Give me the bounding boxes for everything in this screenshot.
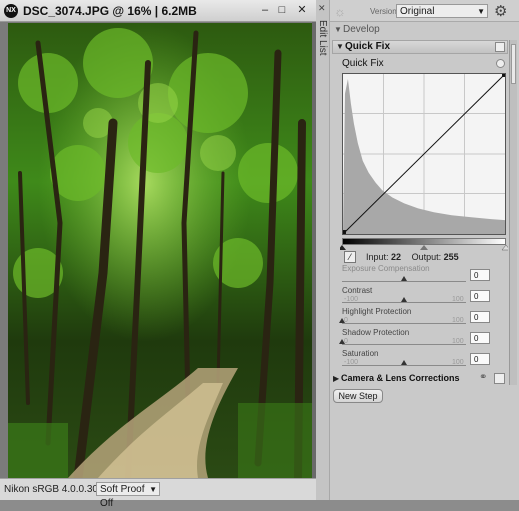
chevron-down-icon: ▼ bbox=[477, 7, 485, 16]
panel-scrollbar[interactable] bbox=[509, 40, 517, 385]
quick-fix-sub-label: Quick Fix bbox=[342, 58, 384, 69]
slider-track[interactable] bbox=[342, 323, 466, 324]
slider-thumb[interactable] bbox=[401, 360, 407, 365]
maximize-button[interactable]: □ bbox=[276, 4, 288, 16]
image-window-titlebar[interactable]: NX DSC_3074.JPG @ 16% | 6.2MB – □ ✕ bbox=[0, 0, 316, 22]
close-icon[interactable]: ✕ bbox=[318, 3, 326, 14]
sun-icon: ☼ bbox=[334, 4, 346, 19]
edit-list-tab[interactable]: ✕ Edit List bbox=[316, 0, 330, 500]
slider-label: Highlight Protection bbox=[342, 307, 412, 316]
triangle-right-icon: ▶ bbox=[333, 374, 340, 383]
input-output-readout: Input: 22 Output: 255 bbox=[366, 252, 467, 262]
version-label: Version bbox=[370, 7, 397, 16]
close-button[interactable]: ✕ bbox=[296, 4, 308, 16]
version-bar: ☼ Version Original ▼ ⚙ bbox=[330, 0, 519, 22]
window-title: DSC_3074.JPG @ 16% | 6.2MB bbox=[23, 4, 197, 18]
edit-list-tab-label: Edit List bbox=[317, 20, 328, 56]
minimize-button[interactable]: – bbox=[259, 4, 271, 16]
slider-max-label: 100 bbox=[452, 296, 464, 303]
color-profile-label: Nikon sRGB 4.0.0.3002 bbox=[4, 484, 110, 495]
slider-value-box[interactable]: 0 bbox=[470, 269, 490, 281]
soft-proof-dropdown[interactable]: Soft Proof Off ▼ bbox=[96, 482, 160, 509]
chevron-down-icon: ▼ bbox=[149, 485, 157, 494]
slider-min-label: 0 bbox=[344, 338, 348, 345]
input-label: Input: bbox=[366, 252, 389, 262]
input-value: 22 bbox=[391, 252, 402, 262]
slider-max-label: 100 bbox=[452, 359, 464, 366]
camera-lens-section[interactable]: ▶ Camera & Lens Corrections ⚭ bbox=[330, 372, 510, 386]
slider-value-box[interactable]: 0 bbox=[470, 353, 490, 365]
slider-track[interactable] bbox=[342, 281, 466, 282]
version-value: Original bbox=[400, 6, 435, 17]
edit-list-panel: ☼ Version Original ▼ ⚙ ▼ Develop ▼ Quick… bbox=[330, 0, 519, 500]
link-icon: ⚭ bbox=[479, 372, 488, 383]
slider-label: Shadow Protection bbox=[342, 328, 410, 337]
tone-curve-graph[interactable] bbox=[342, 73, 506, 235]
slider-track[interactable] bbox=[342, 302, 466, 303]
slider-value-box[interactable]: 0 bbox=[470, 311, 490, 323]
levels-gradient-bar[interactable] bbox=[342, 238, 506, 245]
slider-label: Saturation bbox=[342, 349, 379, 358]
levels-handles[interactable] bbox=[340, 245, 508, 251]
quick-fix-radio[interactable] bbox=[496, 59, 505, 68]
quick-fix-header[interactable]: ▼ Quick Fix bbox=[332, 40, 508, 54]
slider-value-box[interactable]: 0 bbox=[470, 290, 490, 302]
quick-fix-title: Quick Fix bbox=[345, 41, 391, 52]
new-step-button[interactable]: New Step bbox=[333, 389, 383, 403]
image-window: NX DSC_3074.JPG @ 16% | 6.2MB – □ ✕ Niko… bbox=[0, 0, 316, 509]
slider-min-label: -100 bbox=[344, 359, 359, 366]
slider-thumb[interactable] bbox=[401, 276, 407, 281]
version-dropdown[interactable]: Original ▼ bbox=[396, 4, 488, 18]
slider-label: Exposure Compensation bbox=[342, 264, 430, 273]
slider-max-label: 100 bbox=[452, 317, 464, 324]
develop-section[interactable]: ▼ Develop bbox=[330, 22, 519, 38]
triangle-down-icon: ▼ bbox=[336, 42, 344, 51]
quick-fix-checkbox[interactable] bbox=[495, 42, 505, 52]
photo-canvas[interactable] bbox=[8, 23, 312, 478]
camera-lens-checkbox[interactable] bbox=[494, 373, 505, 384]
slider-thumb[interactable] bbox=[401, 297, 407, 302]
slider-min-label: -100 bbox=[344, 296, 359, 303]
quick-fix-subheader: Quick Fix bbox=[332, 56, 508, 71]
gear-icon[interactable]: ⚙ bbox=[494, 2, 507, 20]
camera-lens-label: Camera & Lens Corrections bbox=[341, 373, 460, 383]
develop-label: Develop bbox=[343, 24, 380, 35]
slider-track[interactable] bbox=[342, 344, 466, 345]
slider-max-label: 100 bbox=[452, 338, 464, 345]
triangle-down-icon: ▼ bbox=[334, 25, 342, 34]
app-logo-icon: NX bbox=[4, 4, 18, 18]
soft-proof-value: Soft Proof Off bbox=[100, 484, 145, 509]
slider-value-box[interactable]: 0 bbox=[470, 332, 490, 344]
output-label: Output: bbox=[411, 252, 442, 262]
status-bar: Nikon sRGB 4.0.0.3002 Soft Proof Off ▼ bbox=[0, 478, 316, 509]
slider-track[interactable] bbox=[342, 365, 466, 366]
scrollbar-thumb[interactable] bbox=[511, 44, 516, 84]
slider-min-label: 0 bbox=[344, 317, 348, 324]
output-value: 255 bbox=[443, 252, 459, 262]
eyedropper-icon[interactable]: ⁄ bbox=[344, 251, 356, 263]
slider-label: Contrast bbox=[342, 286, 373, 295]
